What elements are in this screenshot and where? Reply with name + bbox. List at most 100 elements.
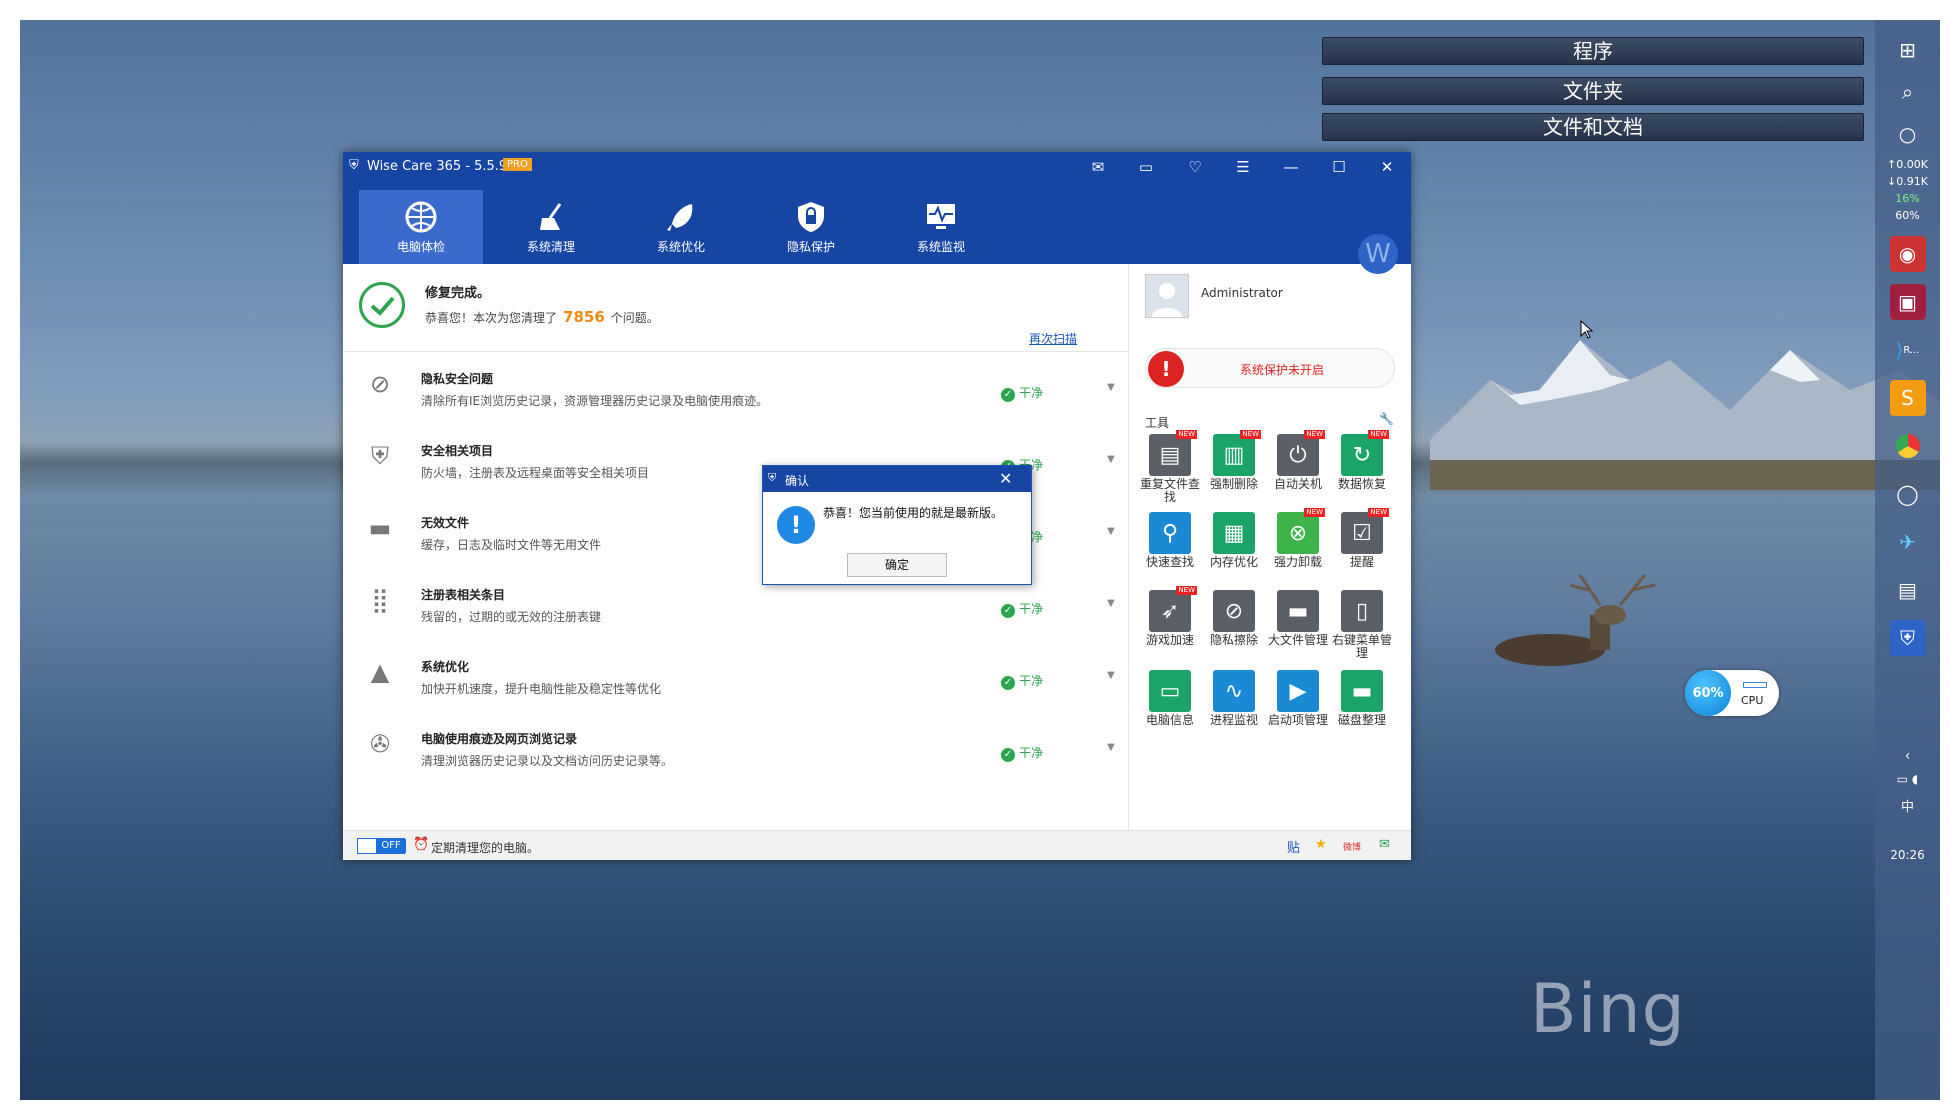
- chevron-down-icon[interactable]: ▼: [1107, 598, 1115, 609]
- tab-monitor[interactable]: 系统监视: [879, 190, 1003, 264]
- new-badge: NEW: [1240, 430, 1261, 439]
- programs-button[interactable]: 程序: [1322, 37, 1864, 65]
- wrench-icon[interactable]: 🔧: [1379, 412, 1394, 426]
- bing-logo-text: Bing: [1530, 970, 1686, 1049]
- user-name: Administrator: [1201, 286, 1283, 300]
- maximize-icon[interactable]: ☐: [1324, 156, 1354, 178]
- list-item[interactable]: ▲ 系统优化 加快开机速度，提升电脑性能及稳定性等优化 ✓ 干净 ▼: [343, 644, 1128, 716]
- folder-icon: ▬: [368, 514, 392, 542]
- volume-icon[interactable]: ▭ ◖: [1897, 772, 1918, 786]
- tool-startup-manager[interactable]: ▶ 启动项管理: [1267, 670, 1329, 746]
- ime-indicator[interactable]: 中: [1901, 796, 1914, 815]
- tool-reminder[interactable]: ☑ NEW 提醒: [1331, 508, 1393, 588]
- search-icon[interactable]: ⌕: [1890, 74, 1926, 110]
- monitor-pulse-icon: [927, 204, 955, 229]
- weibo-icon[interactable]: 微博: [1343, 840, 1361, 853]
- tools-heading: 工具: [1145, 416, 1170, 430]
- close-icon[interactable]: ✕: [1372, 156, 1402, 178]
- ok-button[interactable]: 确定: [847, 553, 947, 577]
- tool-process-monitor[interactable]: ∿ 进程监视: [1203, 670, 1265, 746]
- rescan-link[interactable]: 再次扫描: [1029, 330, 1077, 347]
- app-disk-icon[interactable]: ▤: [1890, 572, 1926, 608]
- app-red-icon[interactable]: ◉: [1889, 236, 1926, 272]
- tab-system-optimize[interactable]: 系统优化: [619, 190, 743, 264]
- tool-pc-info[interactable]: ▭ 电脑信息: [1139, 670, 1201, 746]
- item-title: 隐私安全问题: [421, 372, 494, 386]
- skin-icon[interactable]: ♡: [1180, 156, 1210, 178]
- list-item[interactable]: ⊘ 隐私安全问题 清除所有IE浏览历史记录，资源管理器历史记录及电脑使用痕迹。 ✓ 干净…: [343, 356, 1128, 428]
- chevron-down-icon[interactable]: ▼: [1107, 742, 1115, 753]
- item-status: 干净: [1019, 674, 1044, 688]
- tool-disk-defrag[interactable]: ▬ 磁盘整理: [1331, 670, 1393, 746]
- email-icon[interactable]: ✉: [1379, 837, 1390, 852]
- star-icon[interactable]: ★: [1315, 837, 1327, 852]
- app-circle-icon[interactable]: ◯: [1890, 476, 1926, 512]
- tool-label: 强力卸载: [1273, 555, 1322, 569]
- chevron-down-icon[interactable]: ▼: [1107, 382, 1115, 393]
- clock[interactable]: 20:26: [1890, 848, 1925, 862]
- tool-context-menu[interactable]: ▯ 右键菜单管理: [1331, 590, 1393, 666]
- mail-icon[interactable]: ✉: [1083, 156, 1113, 178]
- pulse-icon: ∿: [1213, 670, 1255, 712]
- chevron-down-icon[interactable]: ▼: [1107, 454, 1115, 465]
- tool-force-delete[interactable]: ▥ NEW 强制删除: [1203, 430, 1265, 510]
- tool-big-file-manager[interactable]: ▬ 大文件管理: [1267, 590, 1329, 666]
- chrome-icon[interactable]: [1890, 428, 1926, 464]
- tab-label: 系统监视: [916, 240, 965, 254]
- vscode-icon[interactable]: ⟩ R...: [1890, 332, 1926, 368]
- pro-badge: PRO: [503, 158, 532, 171]
- tool-label: 内存优化: [1209, 555, 1258, 569]
- folders-button[interactable]: 文件夹: [1322, 77, 1864, 105]
- sticker-icon[interactable]: 贴: [1287, 837, 1300, 856]
- status-badge: ✓干净: [1001, 744, 1043, 762]
- dialog-message: 恭喜！您当前使用的就是最新版。: [823, 506, 1004, 520]
- new-badge: NEW: [1368, 508, 1389, 517]
- tab-pc-checkup[interactable]: 电脑体检: [359, 190, 483, 264]
- chevron-left-icon[interactable]: ‹: [1905, 748, 1911, 764]
- dialog-close-icon[interactable]: ✕: [999, 469, 1012, 488]
- cpu-label: CPU: [1741, 694, 1764, 707]
- new-badge: NEW: [1304, 508, 1325, 517]
- tab-label: 系统清理: [526, 240, 575, 254]
- cortana-icon[interactable]: ○: [1890, 116, 1926, 152]
- jetbrains-icon[interactable]: ▣: [1889, 284, 1926, 320]
- caribou-image: [1495, 574, 1656, 666]
- avatar[interactable]: [1145, 274, 1189, 318]
- toggle-state: OFF: [376, 839, 406, 853]
- cpu-widget[interactable]: 60% CPU: [1685, 670, 1779, 716]
- tool-memory-optimize[interactable]: ▦ 内存优化: [1203, 512, 1265, 588]
- tab-system-clean[interactable]: 系统清理: [489, 190, 613, 264]
- tool-label: 游戏加速: [1145, 633, 1194, 647]
- tool-fast-search[interactable]: ⚲ 快速查找: [1139, 512, 1201, 588]
- tool-label: 提醒: [1349, 555, 1374, 569]
- sublime-icon[interactable]: S: [1889, 380, 1926, 416]
- schedule-toggle[interactable]: OFF: [357, 838, 406, 854]
- tool-label: 大文件管理: [1267, 633, 1328, 647]
- app-shield-icon: ⛨: [349, 158, 359, 173]
- chevron-down-icon[interactable]: ▼: [1107, 526, 1115, 537]
- chevron-down-icon[interactable]: ▼: [1107, 670, 1115, 681]
- uninstall-icon: ⊗ NEW: [1277, 508, 1325, 554]
- taskbar: ⊞ ⌕ ○ ↑0.00K ↓0.91K 16% 60% ◉ ▣ ⟩ R... S …: [1875, 20, 1940, 1100]
- new-badge: NEW: [1304, 430, 1325, 439]
- app-bird-icon[interactable]: ✈: [1890, 524, 1926, 560]
- tool-auto-shutdown[interactable]: ⏻ NEW 自动关机: [1267, 430, 1329, 510]
- tool-data-recovery[interactable]: ↻ NEW 数据恢复: [1331, 430, 1393, 510]
- windows-start-icon[interactable]: ⊞: [1890, 32, 1926, 68]
- files-docs-button[interactable]: 文件和文档: [1322, 113, 1864, 141]
- list-item[interactable]: ✇ 电脑使用痕迹及网页浏览记录 清理浏览器历史记录以及文档访问历史记录等。 ✓ 干净 ▼: [343, 716, 1128, 788]
- folder-icon: ▬: [1277, 590, 1319, 632]
- broom-icon: [540, 203, 562, 230]
- tool-force-uninstall[interactable]: ⊗ NEW 强力卸载: [1267, 508, 1329, 588]
- protection-status-button[interactable]: ! 系统保护未开启: [1145, 348, 1395, 388]
- feedback-icon[interactable]: ▭: [1131, 156, 1161, 178]
- status-badge: ✓干净: [1001, 672, 1043, 690]
- tool-game-boost[interactable]: ➶ NEW 游戏加速: [1139, 586, 1201, 666]
- wisecare-taskbar-icon[interactable]: ⛨: [1889, 620, 1926, 656]
- shield-lock-icon: [798, 202, 824, 232]
- menu-icon[interactable]: ☰: [1228, 156, 1258, 178]
- tool-duplicate-finder[interactable]: ▤ NEW 重复文件查找: [1139, 430, 1201, 510]
- tab-privacy[interactable]: 隐私保护: [749, 190, 873, 264]
- tool-privacy-erase[interactable]: ⊘ 隐私擦除: [1203, 590, 1265, 666]
- minimize-icon[interactable]: —: [1276, 156, 1306, 178]
